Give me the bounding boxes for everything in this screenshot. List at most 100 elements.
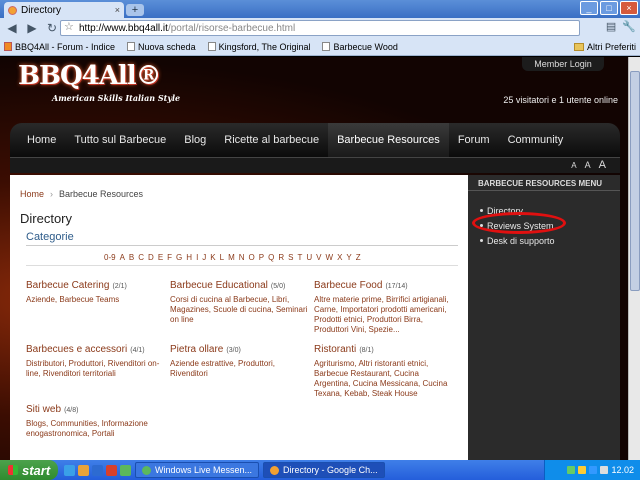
- maximize-button[interactable]: □: [600, 1, 618, 15]
- reload-icon[interactable]: ↻: [44, 20, 60, 36]
- nav-home[interactable]: Home: [18, 123, 65, 157]
- breadcrumb: Home › Barbecue Resources: [20, 189, 143, 199]
- alphabet-filter: 0-9 A B C D E F G H I J K L M N O P Q R S T U V W X Y Z: [104, 253, 361, 262]
- page-menu-icon[interactable]: ▤: [606, 20, 616, 33]
- alphabet-letter-link[interactable]: Z: [356, 253, 361, 262]
- category-link[interactable]: Ristoranti: [314, 344, 356, 355]
- browser-tab[interactable]: Directory ×: [4, 2, 124, 18]
- font-small-button[interactable]: A: [571, 161, 576, 170]
- tray-icon[interactable]: [589, 466, 598, 474]
- alphabet-letter-link[interactable]: N: [239, 253, 245, 262]
- alphabet-letter-link[interactable]: P: [259, 253, 264, 262]
- window-controls: _ □ ×: [580, 1, 638, 15]
- alphabet-letter-link[interactable]: I: [196, 253, 198, 262]
- category-subcategories[interactable]: Agriturismo, Altri ristoranti etnici, Ba…: [314, 359, 456, 399]
- word-icon[interactable]: [92, 464, 103, 476]
- forward-arrow-icon[interactable]: ▶: [24, 20, 40, 36]
- taskbar-item-messenger[interactable]: Windows Live Messen...: [135, 462, 260, 478]
- bookmark-star-icon[interactable]: ☆: [64, 21, 74, 34]
- alphabet-letter-link[interactable]: U: [306, 253, 312, 262]
- category-link[interactable]: Barbecue Educational: [170, 280, 268, 291]
- alphabet-letter-link[interactable]: T: [297, 253, 302, 262]
- alphabet-letter-link[interactable]: B: [129, 253, 134, 262]
- nav-blog[interactable]: Blog: [175, 123, 215, 157]
- category-subcategories[interactable]: Altre materie prime, Birrifici artigiana…: [314, 295, 456, 335]
- tray-icon[interactable]: [567, 466, 576, 474]
- alphabet-letter-link[interactable]: S: [288, 253, 293, 262]
- category-subcategories[interactable]: Aziende estrattive, Produttori, Rivendit…: [170, 359, 312, 379]
- alphabet-letter-link[interactable]: K: [210, 253, 215, 262]
- sidebar-title: BARBECUE RESOURCES MENU: [468, 175, 620, 191]
- start-button[interactable]: start: [0, 460, 58, 480]
- bookmark-item[interactable]: BBQ4All - Forum - Indice: [4, 42, 115, 52]
- bookmark-item[interactable]: Barbecue Wood: [322, 42, 398, 52]
- wrench-icon[interactable]: 🔧: [622, 20, 636, 33]
- bookmark-item[interactable]: Nuova scheda: [127, 42, 196, 52]
- url-host: http://www.bbq4all.it: [79, 23, 168, 34]
- nav-forum[interactable]: Forum: [449, 123, 499, 157]
- site-logo[interactable]: BBQ4All®: [18, 61, 162, 91]
- category-link[interactable]: Barbecue Catering: [26, 280, 109, 291]
- page-icon: [207, 42, 216, 51]
- alphabet-letter-link[interactable]: W: [326, 253, 334, 262]
- font-medium-button[interactable]: A: [585, 160, 591, 170]
- chrome-icon[interactable]: [106, 464, 117, 476]
- alphabet-letter-link[interactable]: G: [176, 253, 182, 262]
- category-subcategories[interactable]: Aziende, Barbecue Teams: [26, 295, 168, 305]
- nav-barbecue-resources[interactable]: Barbecue Resources: [328, 123, 449, 157]
- category-subcategories[interactable]: Corsi di cucina al Barbecue, Libri, Maga…: [170, 295, 312, 325]
- alphabet-letter-link[interactable]: Q: [268, 253, 274, 262]
- alphabet-letter-link[interactable]: D: [148, 253, 154, 262]
- font-large-button[interactable]: A: [599, 159, 606, 171]
- tab-close-icon[interactable]: ×: [115, 5, 120, 15]
- nav-community[interactable]: Community: [499, 123, 573, 157]
- category-subcategories[interactable]: Distributori, Produttori, Rivenditori on…: [26, 359, 168, 379]
- alphabet-letter-link[interactable]: V: [316, 253, 321, 262]
- alphabet-letter-link[interactable]: X: [337, 253, 342, 262]
- category-subcategories[interactable]: Blogs, Communities, Informazione enogast…: [26, 419, 168, 439]
- scrollbar-thumb[interactable]: [630, 71, 640, 291]
- breadcrumb-home[interactable]: Home: [20, 189, 44, 199]
- bbq-favicon-icon: [4, 42, 12, 51]
- alphabet-letter-link[interactable]: C: [138, 253, 144, 262]
- nav-tutto-sul-barbecue[interactable]: Tutto sul Barbecue: [65, 123, 175, 157]
- alphabet-letter-link[interactable]: M: [228, 253, 235, 262]
- alphabet-letter-link[interactable]: J: [202, 253, 206, 262]
- folder-icon[interactable]: [78, 464, 89, 476]
- alphabet-letter-link[interactable]: L: [220, 253, 224, 262]
- address-bar[interactable]: ☆ http://www.bbq4all.it/portal/risorse-b…: [60, 20, 580, 36]
- alphabet-letter-link[interactable]: A: [120, 253, 125, 262]
- alphabet-letter-link[interactable]: 0-9: [104, 253, 116, 262]
- category-link[interactable]: Barbecues e accessori: [26, 344, 127, 355]
- ie-icon[interactable]: [64, 464, 75, 476]
- tray-icon[interactable]: [578, 466, 587, 474]
- other-bookmarks[interactable]: Altri Preferiti: [573, 42, 636, 52]
- page-scrollbar[interactable]: [628, 57, 640, 460]
- system-tray: 12.02: [544, 460, 640, 480]
- bookmark-item[interactable]: Kingsford, The Original: [207, 42, 310, 52]
- alphabet-letter-link[interactable]: F: [167, 253, 172, 262]
- alphabet-letter-link[interactable]: Y: [346, 253, 351, 262]
- close-window-button[interactable]: ×: [620, 1, 638, 15]
- sidebar-item-desk-di-supporto[interactable]: Desk di supporto: [480, 233, 620, 248]
- minimize-button[interactable]: _: [580, 1, 598, 15]
- alphabet-letter-link[interactable]: R: [278, 253, 284, 262]
- new-tab-button[interactable]: +: [126, 4, 144, 16]
- category-count: (3/0): [226, 347, 241, 354]
- taskbar-item-chrome[interactable]: Directory - Google Ch...: [263, 462, 385, 478]
- messenger-icon[interactable]: [120, 464, 131, 476]
- alphabet-letter-link[interactable]: H: [186, 253, 192, 262]
- category-link[interactable]: Pietra ollare: [170, 344, 223, 355]
- category-count: (5/0): [270, 283, 286, 290]
- category-item: Barbecue Educational (5/0) Corsi di cuci…: [170, 279, 312, 325]
- chrome-icon: [270, 465, 280, 475]
- category-link[interactable]: Siti web: [26, 404, 61, 415]
- alphabet-letter-link[interactable]: E: [158, 253, 163, 262]
- category-link[interactable]: Barbecue Food: [314, 280, 382, 291]
- clock: 12.02: [611, 465, 634, 475]
- nav-ricette[interactable]: Ricette al barbecue: [215, 123, 328, 157]
- member-login-button[interactable]: Member Login: [522, 57, 604, 71]
- volume-icon[interactable]: [600, 466, 609, 474]
- alphabet-letter-link[interactable]: O: [249, 253, 255, 262]
- back-arrow-icon[interactable]: ◀: [4, 20, 20, 36]
